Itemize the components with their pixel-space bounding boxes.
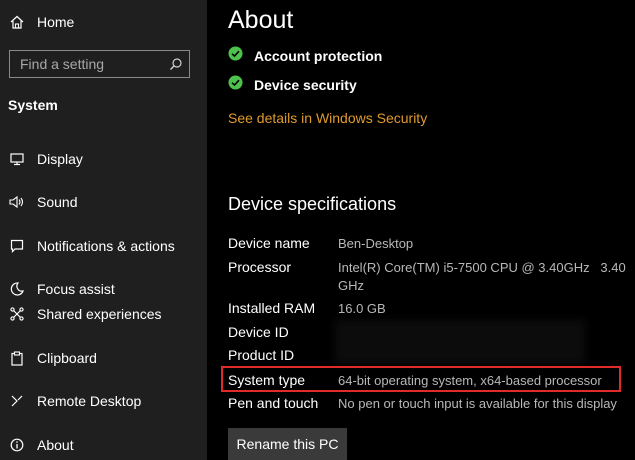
sidebar-item-clipboard[interactable]: Clipboard [0,343,207,373]
page-title: About [228,6,294,34]
remote-desktop-icon [7,394,27,408]
security-status-device-security: Device security [228,75,357,95]
check-circle-icon [228,75,243,95]
sidebar-item-label: Clipboard [37,350,97,366]
sidebar-item-label: Focus assist [37,281,115,297]
spec-value-processor-line1: Intel(R) Core(TM) i5-7500 CPU @ 3.40GHz … [338,260,626,275]
sidebar-item-label: Notifications & actions [37,238,175,254]
sidebar-item-about[interactable]: About [0,430,207,460]
search-icon[interactable] [169,57,183,76]
sidebar-item-label: Remote Desktop [37,393,142,409]
spec-value-pen-and-touch: No pen or touch input is available for t… [338,396,617,411]
redacted-area [335,320,585,364]
sidebar-item-label: Home [37,14,75,30]
spec-value-installed-ram: 16.0 GB [338,301,386,316]
display-icon [7,152,27,166]
spec-value-device-name: Ben-Desktop [338,236,414,251]
specs-heading: Device specifications [228,194,397,214]
windows-security-link[interactable]: See details in Windows Security [228,110,427,126]
security-status-account-protection: Account protection [228,46,382,66]
home-icon [7,15,27,29]
shared-experiences-icon [7,307,27,321]
sidebar: Home System Display Sound Notifications … [0,0,207,460]
rename-pc-button[interactable]: Rename this PC [228,428,347,460]
spec-label-device-id: Device ID [228,324,289,340]
security-status-label: Account protection [254,48,383,64]
section-title: System [8,97,58,113]
sidebar-item-remote-desktop[interactable]: Remote Desktop [0,386,207,416]
sidebar-item-label: Display [37,151,83,167]
spec-label-processor: Processor [228,259,292,275]
sidebar-item-label: About [37,437,74,453]
sidebar-item-label: Sound [37,194,78,210]
notifications-icon [7,239,27,253]
sidebar-item-shared-experiences[interactable]: Shared experiences [0,299,207,329]
spec-label-product-id: Product ID [228,347,295,363]
sidebar-item-home[interactable]: Home [0,7,207,37]
spec-label-installed-ram: Installed RAM [228,300,316,316]
speaker-icon [7,195,27,209]
security-status-label: Device security [254,77,357,93]
sidebar-item-notifications[interactable]: Notifications & actions [0,231,207,261]
spec-label-pen-and-touch: Pen and touch [228,395,319,411]
sidebar-item-sound[interactable]: Sound [0,187,207,217]
clipboard-icon [7,350,27,366]
system-type-highlight [221,366,621,392]
search-box[interactable] [9,50,190,78]
search-input[interactable] [18,55,172,73]
moon-icon [7,282,27,296]
spec-label-device-name: Device name [228,235,310,251]
sidebar-item-label: Shared experiences [37,306,162,322]
spec-value-processor-line2: GHz [338,278,364,293]
sidebar-item-display[interactable]: Display [0,144,207,174]
main-content: About Account protection Device security… [207,0,635,460]
check-circle-icon [228,46,243,66]
info-icon [7,438,27,452]
